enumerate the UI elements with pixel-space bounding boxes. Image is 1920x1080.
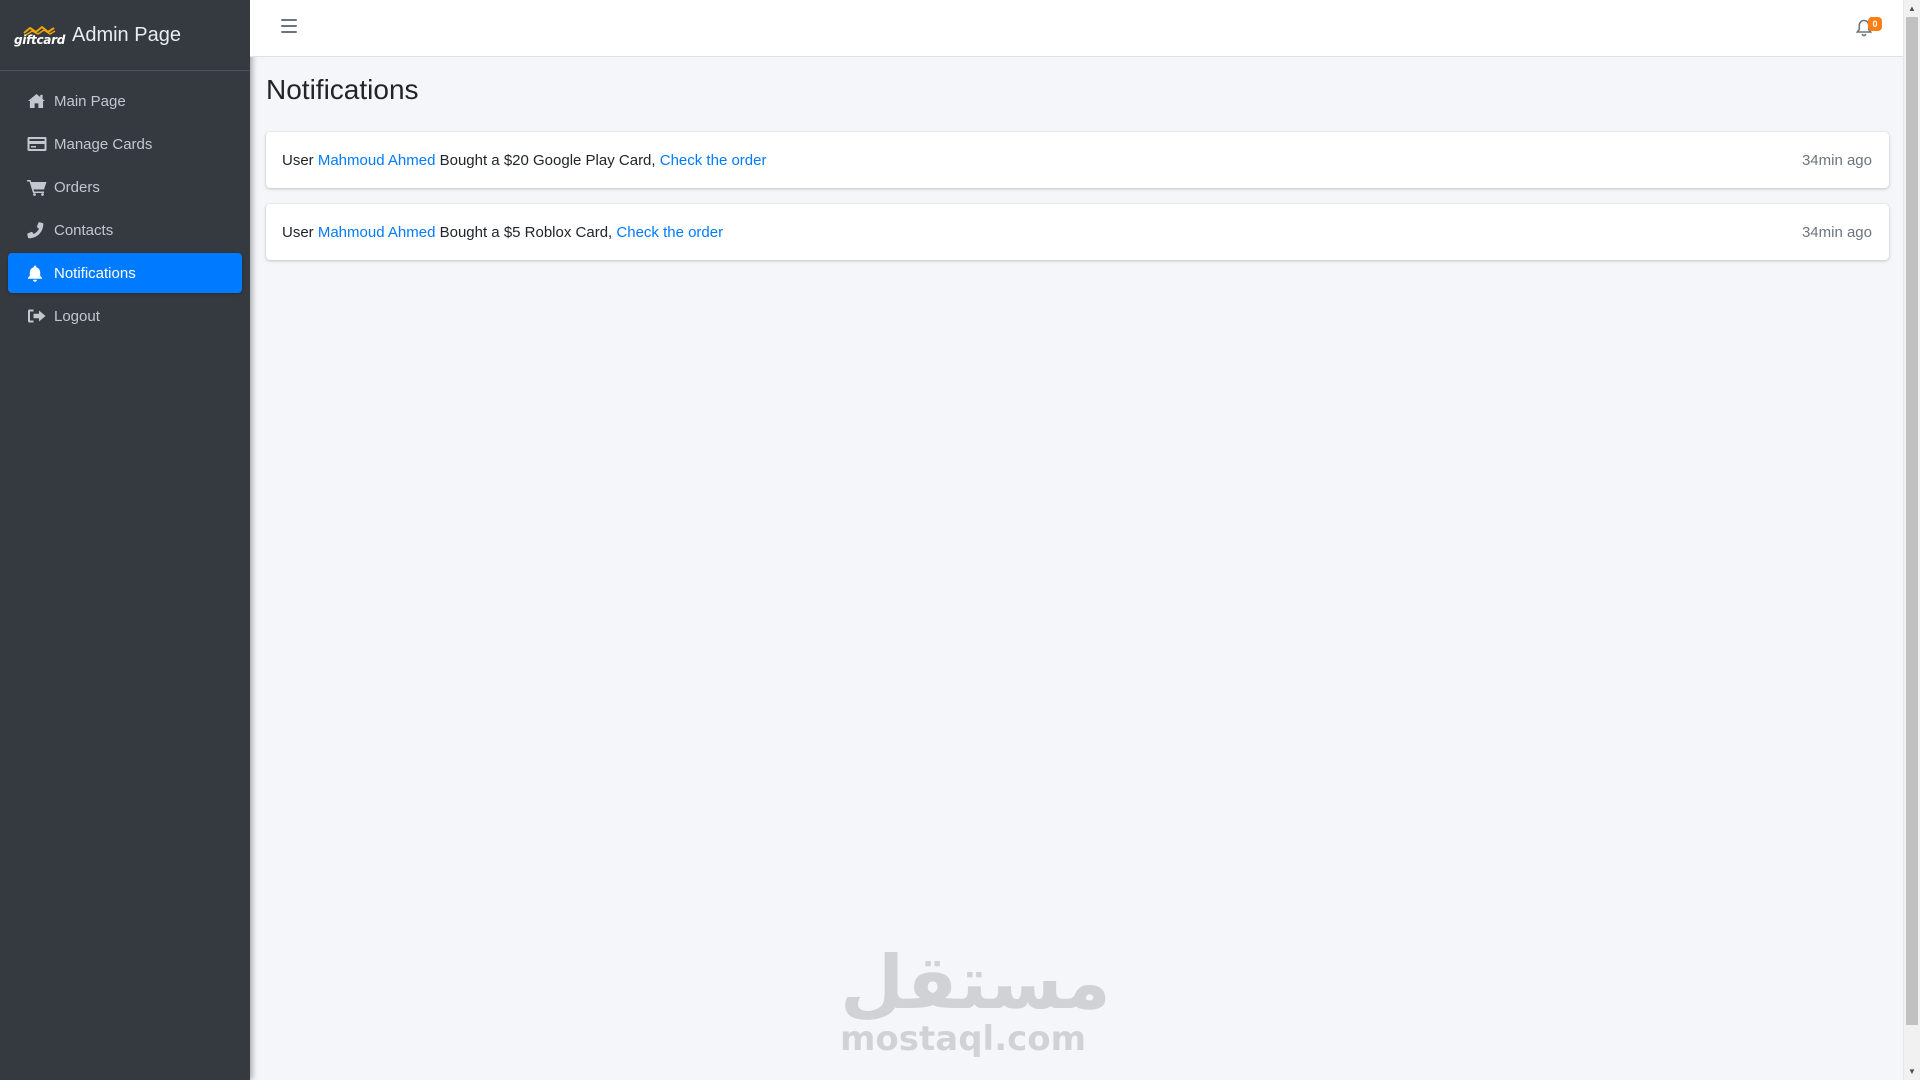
- watermark-arabic: مستقل: [840, 940, 1111, 1026]
- sidebar-item-label: Notifications: [54, 264, 136, 282]
- notification-message: User Mahmoud Ahmed Bought a $20 Google P…: [282, 152, 766, 169]
- watermark-latin: mostaql.com: [840, 1019, 1087, 1059]
- sidebar-item-main-page[interactable]: Main Page: [8, 81, 242, 121]
- sidebar-item-label: Contacts: [54, 221, 114, 239]
- phone-icon: [27, 221, 48, 239]
- sidebar-item-label: Main Page: [54, 92, 126, 110]
- notification-message: User Mahmoud Ahmed Bought a $5 Roblox Ca…: [282, 224, 723, 241]
- check-order-link[interactable]: Check the order: [616, 224, 723, 241]
- sidebar-item-label: Manage Cards: [54, 135, 153, 153]
- main-content: Notifications User Mahmoud Ahmed Bought …: [250, 57, 1903, 1080]
- home-icon: [27, 92, 48, 110]
- check-order-link[interactable]: Check the order: [660, 152, 767, 169]
- scroll-down-arrow-icon[interactable]: ▼: [1904, 1063, 1920, 1080]
- page-title: Notifications: [266, 74, 419, 105]
- sidebar-item-logout[interactable]: Logout: [8, 296, 242, 336]
- top-navbar: 0: [250, 0, 1903, 57]
- notification-list: User Mahmoud Ahmed Bought a $20 Google P…: [266, 132, 1889, 260]
- notification-text: Bought a $5 Roblox Card,: [439, 223, 613, 241]
- user-link[interactable]: Mahmoud Ahmed: [318, 152, 436, 169]
- shopping-cart-icon: [27, 178, 48, 196]
- bell-icon: [27, 264, 48, 282]
- sidebar-item-label: Logout: [54, 307, 100, 325]
- notification-count-badge: 0: [1868, 17, 1882, 31]
- notification-item: User Mahmoud Ahmed Bought a $20 Google P…: [266, 132, 1889, 188]
- notification-item: User Mahmoud Ahmed Bought a $5 Roblox Ca…: [266, 204, 1889, 260]
- sidebar-nav: Main Page Manage Cards Orders Contacts N…: [0, 71, 250, 349]
- sidebar-item-contacts[interactable]: Contacts: [8, 210, 242, 250]
- notification-prefix: User: [282, 223, 314, 241]
- sidebar-item-label: Orders: [54, 178, 100, 196]
- sign-out-icon: [27, 307, 48, 325]
- hamburger-menu-icon[interactable]: [281, 19, 297, 36]
- sidebar-item-notifications[interactable]: Notifications: [8, 253, 242, 293]
- notification-prefix: User: [282, 151, 314, 169]
- scrollbar-thumb[interactable]: [1906, 17, 1918, 1025]
- brand-link[interactable]: giftcard Admin Page: [0, 0, 250, 71]
- notification-time: 34min ago: [1801, 223, 1872, 241]
- giftcard-logo: giftcard: [14, 25, 65, 46]
- credit-card-icon: [27, 135, 48, 153]
- sidebar-item-manage-cards[interactable]: Manage Cards: [8, 124, 242, 164]
- notification-time: 34min ago: [1801, 151, 1872, 169]
- scroll-up-arrow-icon[interactable]: ▲: [1904, 0, 1920, 17]
- mostaql-watermark: مستقل mostaql.com: [840, 940, 1111, 1059]
- sidebar: giftcard Admin Page Main Page Manage Car…: [0, 0, 250, 1080]
- user-link[interactable]: Mahmoud Ahmed: [318, 224, 436, 241]
- brand-title: Admin Page: [71, 23, 181, 46]
- sidebar-item-orders[interactable]: Orders: [8, 167, 242, 207]
- vertical-scrollbar[interactable]: ▲ ▼: [1903, 0, 1920, 1080]
- notification-text: Bought a $20 Google Play Card,: [439, 151, 656, 169]
